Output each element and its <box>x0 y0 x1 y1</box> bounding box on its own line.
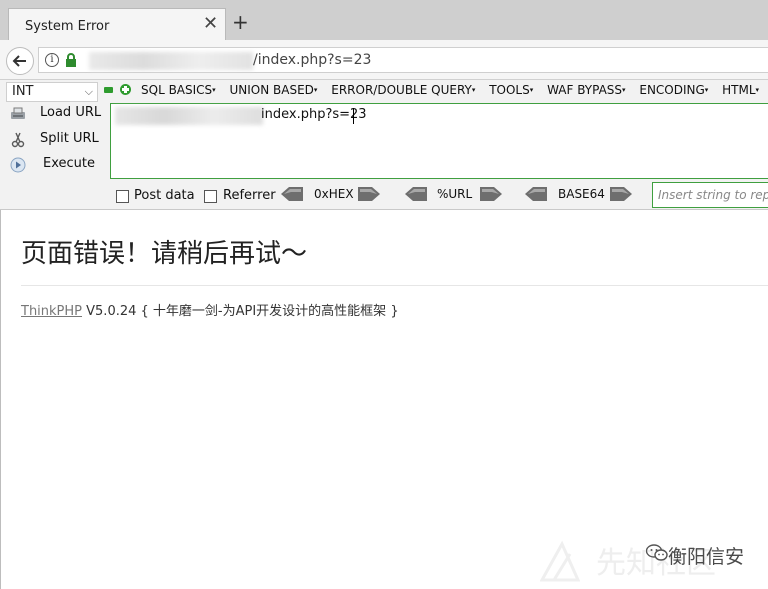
split-url-label: Split URL <box>40 131 99 146</box>
post-data-checkbox[interactable] <box>116 190 129 203</box>
new-tab-button[interactable]: + <box>232 12 249 32</box>
redacted-host <box>89 52 253 70</box>
back-button[interactable] <box>6 47 34 75</box>
hex-label: 0xHEX <box>314 187 354 201</box>
url-decode-arrow-icon[interactable] <box>405 187 427 201</box>
load-url-icon <box>11 107 25 119</box>
wechat-icon <box>646 544 668 561</box>
redacted-host <box>115 107 263 125</box>
menu-html[interactable]: HTML▾ <box>722 83 759 97</box>
back-arrow-icon <box>12 55 26 67</box>
version-text: V5.0.24 { 十年磨一剑-为API开发设计的高性能框架 } <box>82 304 399 319</box>
injection-type-value: INT <box>12 84 34 99</box>
url-encode-label: %URL <box>437 187 473 201</box>
chevron-down-icon: ⌵ <box>84 85 93 98</box>
hex-encode-arrow-icon[interactable] <box>358 187 380 201</box>
thinkphp-link[interactable]: ThinkPHP <box>21 304 82 319</box>
base64-label: BASE64 <box>558 187 605 201</box>
watermark-logo-icon <box>540 540 580 582</box>
load-url-label: Load URL <box>40 105 102 120</box>
base64-encode-arrow-icon[interactable] <box>610 187 632 201</box>
base64-decode-arrow-icon[interactable] <box>525 187 547 201</box>
tab-system-error[interactable]: System Error ✕ <box>8 8 226 40</box>
watermark-brand: 衡阳信安 <box>668 546 745 568</box>
hackbar-menu: SQL BASICS▾ UNION BASED▾ ERROR/DOUBLE QU… <box>141 83 768 101</box>
hex-decode-arrow-icon[interactable] <box>281 187 303 201</box>
injection-type-select[interactable]: INT ⌵ <box>6 82 98 102</box>
scissors-icon <box>11 132 25 148</box>
minus-icon[interactable] <box>104 87 113 93</box>
plus-icon[interactable] <box>120 84 131 95</box>
divider <box>21 285 768 286</box>
tab-title: System Error <box>25 19 110 34</box>
referrer-checkbox[interactable] <box>204 190 217 203</box>
post-data-label: Post data <box>134 188 195 203</box>
framework-footer: ThinkPHP V5.0.24 { 十年磨一剑-为API开发设计的高性能框架 … <box>21 300 399 319</box>
replace-string-input[interactable]: Insert string to replace <box>652 182 768 208</box>
menu-waf-bypass[interactable]: WAF BYPASS▾ <box>547 83 625 97</box>
lock-icon <box>66 53 76 67</box>
menu-sql-basics[interactable]: SQL BASICS▾ <box>141 83 216 97</box>
url-encode-arrow-icon[interactable] <box>480 187 502 201</box>
textarea-value: index.php?s=23 <box>261 107 367 122</box>
execute-icon <box>10 157 26 173</box>
address-bar[interactable]: i /index.php?s=23 <box>38 47 768 73</box>
window-edge <box>0 210 1 589</box>
menu-tools[interactable]: TOOLS▾ <box>489 83 533 97</box>
close-tab-icon[interactable]: ✕ <box>203 13 218 34</box>
menu-error-double-query[interactable]: ERROR/DOUBLE QUERY▾ <box>331 83 475 97</box>
menu-encoding[interactable]: ENCODING▾ <box>639 83 708 97</box>
referrer-label: Referrer <box>223 188 276 203</box>
navigation-bar: i /index.php?s=23 <box>0 40 768 80</box>
info-icon[interactable]: i <box>45 53 59 67</box>
page-title: 页面错误！请稍后再试～ <box>21 239 308 269</box>
text-cursor <box>353 108 354 124</box>
tab-strip: System Error ✕ + <box>0 0 768 40</box>
menu-union-based[interactable]: UNION BASED▾ <box>230 83 318 97</box>
execute-label: Execute <box>43 156 95 171</box>
url-textarea[interactable]: index.php?s=23 <box>110 103 768 179</box>
replace-placeholder: Insert string to replace <box>658 188 768 202</box>
url-text: /index.php?s=23 <box>253 52 372 68</box>
